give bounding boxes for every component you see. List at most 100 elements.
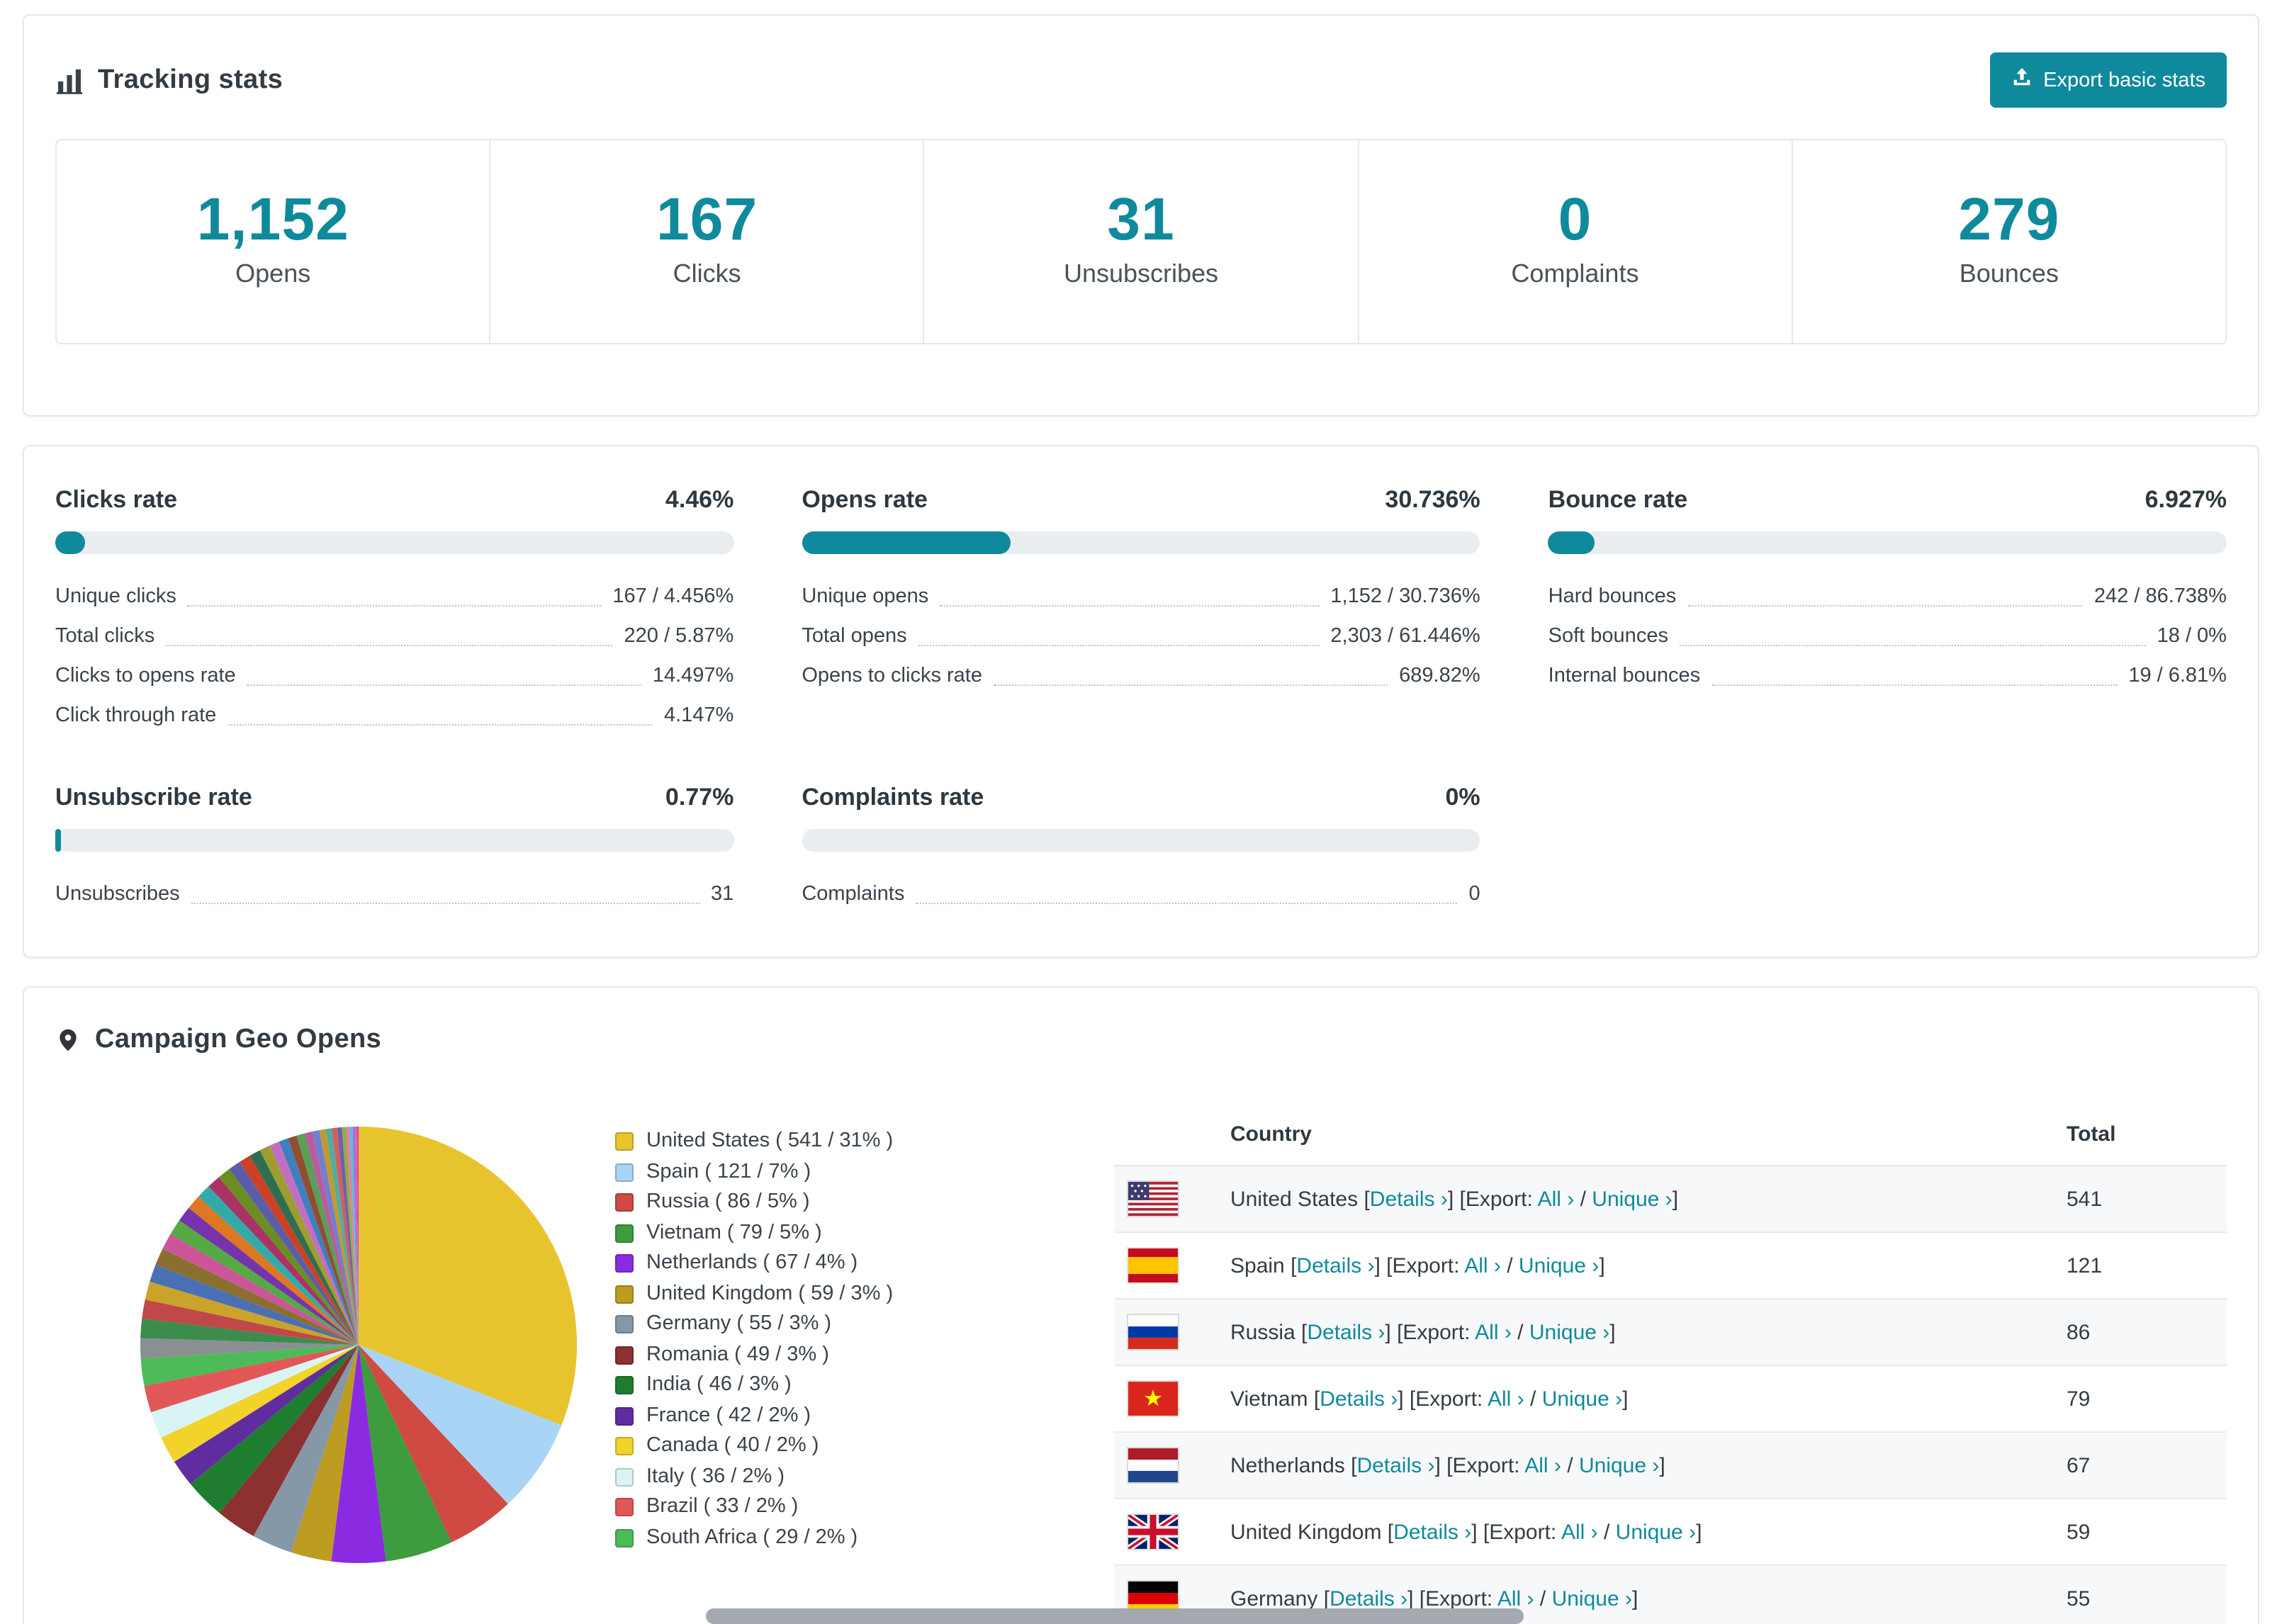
- details-link[interactable]: Details ›: [1330, 1586, 1407, 1611]
- unsubscribe-rate-progress-bar: [55, 829, 734, 852]
- opens-rate-title: Opens rate: [802, 486, 928, 513]
- opens-rate-progress-fill: [802, 531, 1011, 554]
- details-link[interactable]: Details ›: [1296, 1253, 1374, 1278]
- legend-swatch: [615, 1498, 634, 1517]
- geo-table-body: United States [Details ›] [Export: All ›…: [1114, 1166, 2227, 1624]
- clicks-rate-value: 4.46%: [665, 486, 734, 513]
- clicks-rate-title: Clicks rate: [55, 486, 177, 513]
- dotted-leader: [1687, 605, 2083, 607]
- clicks-rate-progress-fill: [55, 531, 86, 554]
- metric-row: Internal bounces 19 / 6.81%: [1548, 656, 2227, 696]
- export-basic-stats-button[interactable]: Export basic stats: [1989, 52, 2227, 108]
- export-all-link[interactable]: All ›: [1524, 1453, 1561, 1477]
- legend-swatch: [615, 1254, 634, 1273]
- export-all-link[interactable]: All ›: [1464, 1253, 1501, 1278]
- country-cell: Spain [Details ›] [Export: All › / Uniqu…: [1219, 1232, 2055, 1299]
- metric-label: Unique opens: [802, 585, 929, 608]
- metric-row: Unique opens 1,152 / 30.736%: [802, 577, 1480, 616]
- legend-label: Vietnam ( 79 / 5% ): [646, 1221, 822, 1244]
- geo-table-row: Vietnam [Details ›] [Export: All › / Uni…: [1114, 1365, 2227, 1433]
- metric-label: Clicks to opens rate: [55, 665, 236, 687]
- country-column-header: Country: [1219, 1104, 2055, 1166]
- unsubscribe-rate-progress-fill: [55, 829, 61, 852]
- tracking-stats-header: Tracking stats Export basic stats: [24, 16, 2258, 133]
- bounce-rate-progress-fill: [1548, 531, 1595, 554]
- total-column-header: Total: [2055, 1104, 2227, 1166]
- horizontal-scrollbar-thumb[interactable]: [706, 1608, 1524, 1624]
- export-all-link[interactable]: All ›: [1475, 1320, 1512, 1344]
- country-flag-ru-icon: [1114, 1299, 1219, 1366]
- dotted-leader: [187, 605, 602, 607]
- details-link[interactable]: Details ›: [1393, 1520, 1471, 1544]
- stat-box-bounces: 279 Bounces: [1791, 140, 2225, 343]
- metric-value: 19 / 6.81%: [2128, 665, 2227, 687]
- country-flag-us-icon: [1114, 1166, 1219, 1233]
- country-cell: Russia [Details ›] [Export: All › / Uniq…: [1219, 1299, 2055, 1366]
- legend-item: India ( 46 / 3% ): [615, 1370, 1114, 1401]
- metric-row: Click through rate 4.147%: [55, 696, 734, 735]
- metric-label: Complaints: [802, 883, 905, 906]
- export-unique-link[interactable]: Unique ›: [1529, 1320, 1609, 1344]
- complaints-rate-metrics: Complaints 0: [802, 874, 1480, 914]
- geo-table-header-row: Country Total: [1114, 1104, 2227, 1166]
- legend-label: Netherlands ( 67 / 4% ): [646, 1251, 858, 1274]
- export-all-link[interactable]: All ›: [1538, 1187, 1575, 1211]
- total-cell: 541: [2055, 1166, 2227, 1233]
- stat-box-unsubscribes: 31 Unsubscribes: [923, 140, 1357, 343]
- legend-swatch: [615, 1163, 634, 1182]
- export-unique-link[interactable]: Unique ›: [1579, 1453, 1659, 1477]
- export-icon: [2011, 67, 2032, 94]
- metric-row: Soft bounces 18 / 0%: [1548, 616, 2227, 656]
- geo-table-row: Netherlands [Details ›] [Export: All › /…: [1114, 1432, 2227, 1499]
- opens-rate-value: 30.736%: [1385, 486, 1480, 513]
- stats-strip: 1,152 Opens 167 Clicks 31 Unsubscribes 0…: [55, 139, 2227, 344]
- export-all-link[interactable]: All ›: [1497, 1586, 1534, 1611]
- legend-item: Germany ( 55 / 3% ): [615, 1309, 1114, 1340]
- legend-item: Canada ( 40 / 2% ): [615, 1431, 1114, 1462]
- tracking-stats-title: Tracking stats: [98, 64, 283, 94]
- geo-table-row: United Kingdom [Details ›] [Export: All …: [1114, 1499, 2227, 1566]
- export-all-link[interactable]: All ›: [1488, 1387, 1524, 1411]
- export-unique-link[interactable]: Unique ›: [1616, 1520, 1696, 1544]
- unsubscribe-rate-metrics: Unsubscribes 31: [55, 874, 734, 914]
- export-unique-link[interactable]: Unique ›: [1519, 1253, 1599, 1278]
- export-all-link[interactable]: All ›: [1561, 1520, 1598, 1544]
- bounce-rate-value: 6.927%: [2145, 486, 2227, 513]
- location-pin-icon: [55, 1026, 81, 1054]
- details-link[interactable]: Details ›: [1370, 1187, 1448, 1211]
- details-link[interactable]: Details ›: [1307, 1320, 1385, 1344]
- complaints-rate-value: 0%: [1445, 784, 1480, 811]
- metric-label: Hard bounces: [1548, 585, 1677, 608]
- geo-pie-chart: [140, 1126, 578, 1564]
- legend-label: United Kingdom ( 59 / 3% ): [646, 1282, 894, 1304]
- bounce-rate-title: Bounce rate: [1548, 486, 1688, 513]
- details-link[interactable]: Details ›: [1356, 1453, 1434, 1477]
- legend-item: United Kingdom ( 59 / 3% ): [615, 1279, 1114, 1309]
- flag-column-header: [1114, 1104, 1219, 1166]
- legend-swatch: [615, 1467, 634, 1487]
- export-unique-link[interactable]: Unique ›: [1592, 1187, 1672, 1211]
- legend-item: South Africa ( 29 / 2% ): [615, 1523, 1114, 1553]
- legend-item: Spain ( 121 / 7% ): [615, 1157, 1114, 1188]
- legend-item: Brazil ( 33 / 2% ): [615, 1492, 1114, 1523]
- stat-box-complaints: 0 Complaints: [1357, 140, 1791, 343]
- complaints-count: 0: [1558, 186, 1592, 252]
- geo-table-row: Russia [Details ›] [Export: All › / Uniq…: [1114, 1299, 2227, 1366]
- stat-box-opens: 1,152 Opens: [57, 140, 489, 343]
- country-cell: Vietnam [Details ›] [Export: All › / Uni…: [1219, 1365, 2055, 1433]
- legend-item: Vietnam ( 79 / 5% ): [615, 1218, 1114, 1248]
- campaign-geo-opens-card: Campaign Geo Opens United States ( 541 /…: [23, 986, 2259, 1624]
- rate-section-opens: Opens rate 30.736% Unique opens 1,152 / …: [802, 486, 1480, 735]
- metric-row: Total opens 2,303 / 61.446%: [802, 616, 1480, 656]
- unsubscribes-count: 31: [1107, 186, 1175, 252]
- bounces-label: Bounces: [1959, 259, 2059, 288]
- metric-value: 31: [711, 883, 734, 906]
- legend-swatch: [615, 1376, 634, 1395]
- dotted-leader: [1712, 684, 2118, 686]
- legend-item: France ( 42 / 2% ): [615, 1401, 1114, 1431]
- clicks-rate-metrics: Unique clicks 167 / 4.456% Total clicks …: [55, 577, 734, 735]
- export-unique-link[interactable]: Unique ›: [1542, 1387, 1622, 1411]
- export-unique-link[interactable]: Unique ›: [1552, 1586, 1632, 1611]
- opens-rate-progress-bar: [802, 531, 1480, 554]
- details-link[interactable]: Details ›: [1320, 1387, 1398, 1411]
